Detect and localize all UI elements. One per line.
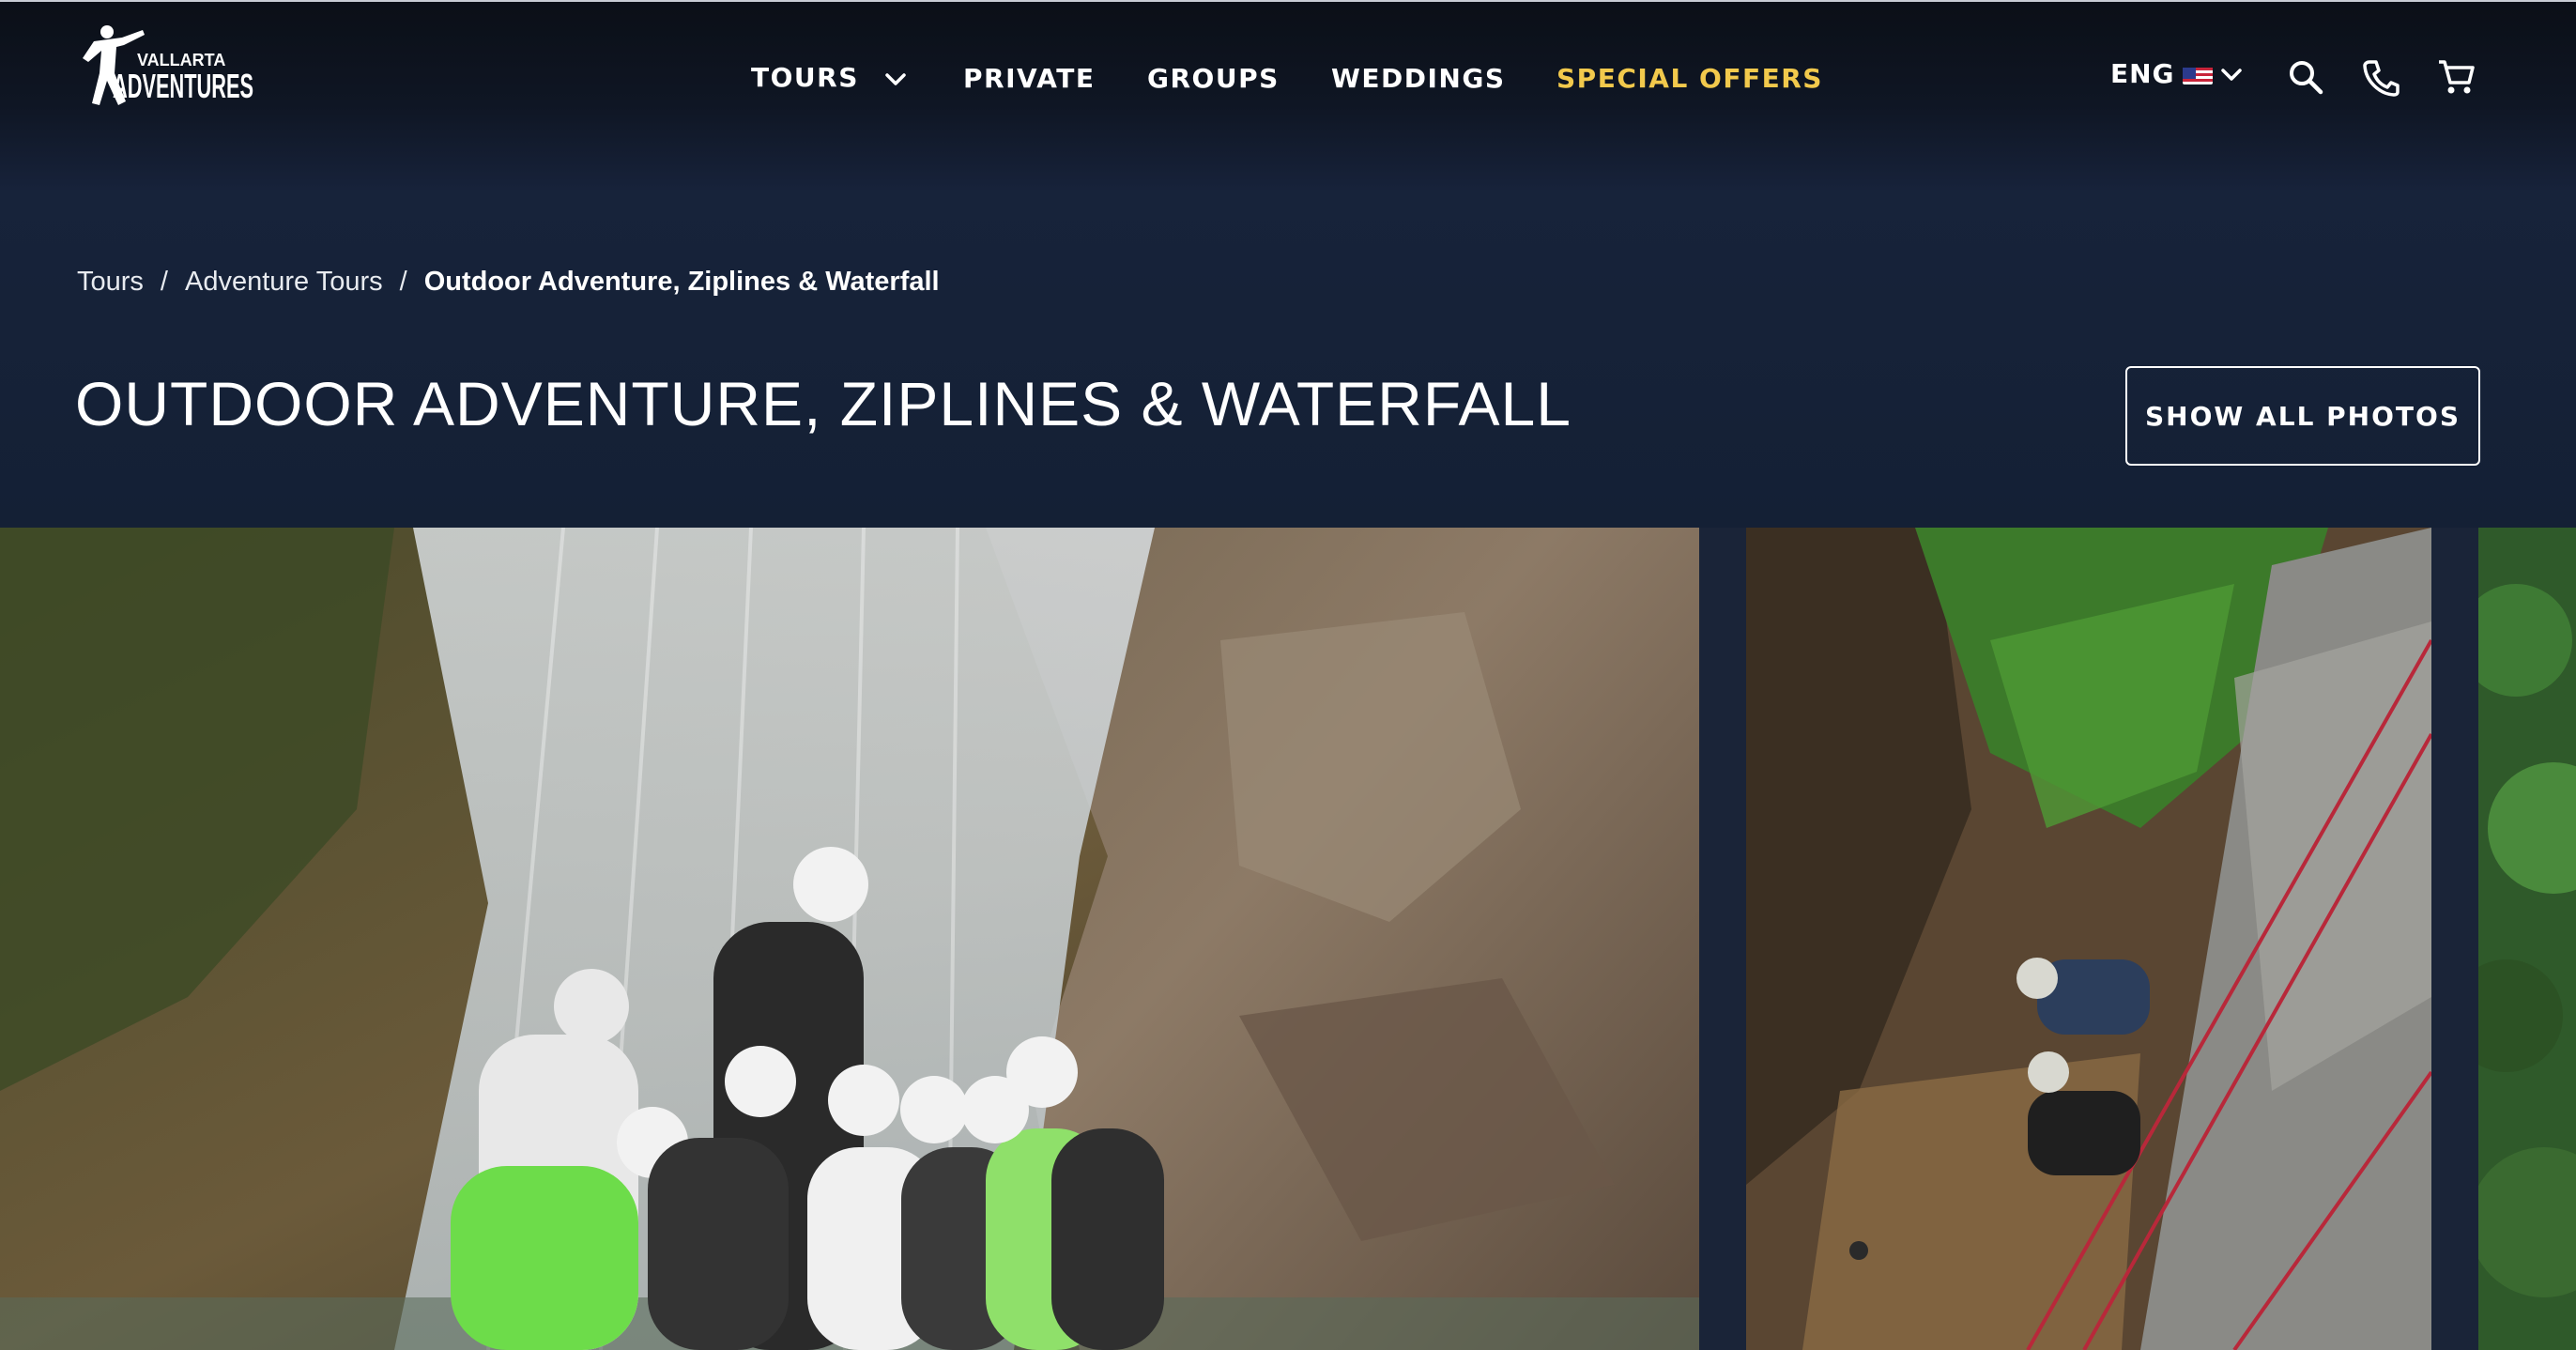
breadcrumb-tours[interactable]: Tours <box>77 267 144 298</box>
site-header <box>0 2 2576 190</box>
group-at-waterfall-photo[interactable] <box>0 528 1699 1350</box>
nav-weddings[interactable]: WEDDINGS <box>1331 63 1506 94</box>
show-all-photos-button[interactable]: SHOW ALL PHOTOS <box>2125 366 2480 466</box>
logo-text-bottom: ADVENTURES <box>113 67 253 105</box>
title-band <box>0 190 2576 528</box>
breadcrumb-separator: / <box>160 267 168 297</box>
rappelling-waterfall-photo[interactable] <box>1746 528 2431 1350</box>
language-label: ENG <box>2110 58 2175 89</box>
search-icon[interactable] <box>2285 56 2326 98</box>
breadcrumb-current: Outdoor Adventure, Ziplines & Waterfall <box>423 267 940 297</box>
cart-icon[interactable] <box>2435 56 2476 98</box>
nav-tours[interactable]: TOURS <box>751 62 907 95</box>
language-selector[interactable]: ENG <box>2110 58 2243 89</box>
breadcrumb-adventure-tours[interactable]: Adventure Tours <box>185 267 383 298</box>
phone-icon[interactable] <box>2360 56 2401 98</box>
us-flag-icon <box>2182 64 2213 84</box>
nav-private[interactable]: PRIVATE <box>963 63 1096 94</box>
chevron-down-icon <box>884 63 907 94</box>
vallarta-adventures-logo[interactable]: VALLARTA ADVENTURES <box>75 24 263 128</box>
chevron-down-icon <box>2220 58 2243 89</box>
breadcrumb: Tours / Adventure Tours / Outdoor Advent… <box>77 267 940 298</box>
nav-groups[interactable]: GROUPS <box>1147 63 1280 94</box>
nav-tours-label: TOURS <box>751 61 859 93</box>
jungle-photo[interactable] <box>2478 528 2576 1350</box>
nav-special-offers[interactable]: SPECIAL OFFERS <box>1556 63 1823 94</box>
breadcrumb-separator: / <box>399 267 407 297</box>
page-title: OUTDOOR ADVENTURE, ZIPLINES & WATERFALL <box>75 369 1572 438</box>
